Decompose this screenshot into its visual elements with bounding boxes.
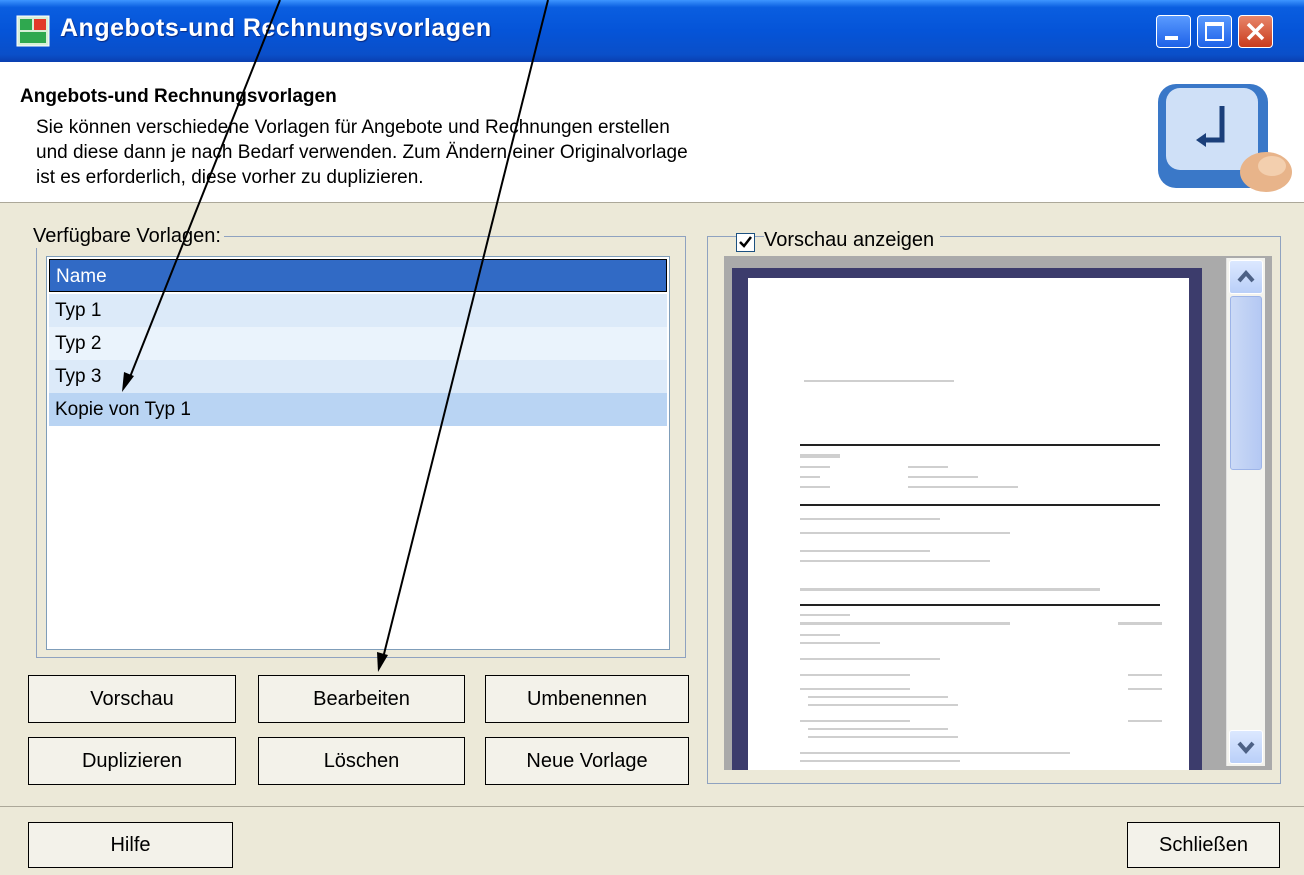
description-line-3: ist es erforderlich, diese vorher zu dup…	[36, 167, 424, 188]
column-header-name[interactable]: Name	[49, 259, 667, 292]
help-button[interactable]: Hilfe	[28, 822, 233, 868]
preview-button[interactable]: Vorschau	[28, 675, 236, 723]
footer-divider	[0, 806, 1304, 807]
maximize-icon	[1205, 22, 1224, 41]
new-template-button[interactable]: Neue Vorlage	[485, 737, 689, 785]
list-item[interactable]: Typ 3	[49, 360, 667, 393]
close-button[interactable]	[1238, 15, 1273, 48]
preview-checkbox[interactable]	[736, 233, 755, 252]
page-title: Angebots-und Rechnungsvorlagen	[20, 86, 337, 107]
list-item[interactable]: Typ 2	[49, 327, 667, 360]
description-line-2: und diese dann je nach Bedarf verwenden.…	[36, 142, 688, 163]
duplicate-button[interactable]: Duplizieren	[28, 737, 236, 785]
close-dialog-button[interactable]: Schließen	[1127, 822, 1280, 868]
list-item-selected[interactable]: Kopie von Typ 1	[49, 393, 667, 426]
scroll-down-button[interactable]	[1229, 730, 1263, 764]
minimize-button[interactable]	[1156, 15, 1191, 48]
list-item[interactable]: Typ 1	[49, 294, 667, 327]
edit-button[interactable]: Bearbeiten	[258, 675, 465, 723]
chevron-up-icon	[1237, 269, 1255, 283]
preview-scrollbar[interactable]	[1226, 258, 1265, 766]
maximize-button[interactable]	[1197, 15, 1232, 48]
templates-legend: Verfügbare Vorlagen:	[30, 225, 224, 248]
minimize-icon	[1165, 36, 1178, 40]
templates-list[interactable]: Name Typ 1 Typ 2 Typ 3 Kopie von Typ 1	[46, 256, 670, 650]
close-icon	[1246, 22, 1265, 41]
checkmark-icon	[739, 236, 752, 248]
scroll-thumb[interactable]	[1230, 296, 1262, 470]
window-title: Angebots-und Rechnungsvorlagen	[60, 14, 492, 42]
delete-button[interactable]: Löschen	[258, 737, 465, 785]
preview-page	[748, 278, 1189, 770]
chevron-down-icon	[1237, 741, 1255, 755]
rename-button[interactable]: Umbenennen	[485, 675, 689, 723]
scroll-up-button[interactable]	[1229, 260, 1263, 294]
wizard-key-icon	[1158, 84, 1292, 192]
preview-checkbox-label[interactable]: Vorschau anzeigen	[764, 229, 941, 252]
description-line-1: Sie können verschiedene Vorlagen für Ang…	[36, 117, 670, 138]
app-icon	[16, 15, 50, 47]
